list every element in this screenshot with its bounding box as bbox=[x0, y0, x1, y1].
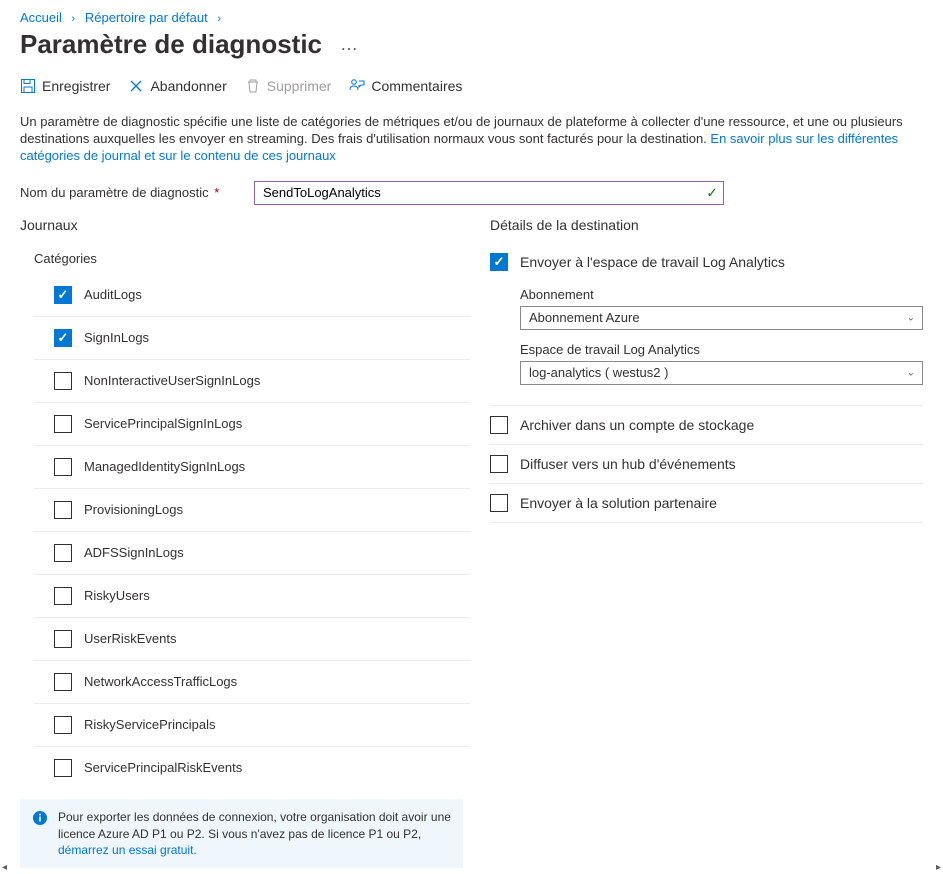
log-checkbox[interactable] bbox=[54, 415, 72, 433]
more-button[interactable]: … bbox=[340, 34, 358, 55]
log-item[interactable]: RiskyServicePrincipals bbox=[34, 703, 470, 746]
setting-name-input[interactable] bbox=[254, 181, 724, 205]
log-item[interactable]: ManagedIdentitySignInLogs bbox=[34, 445, 470, 488]
log-checkbox[interactable] bbox=[54, 501, 72, 519]
delete-label: Supprimer bbox=[267, 78, 332, 94]
name-label-text: Nom du paramètre de diagnostic bbox=[20, 185, 209, 200]
discard-icon bbox=[128, 78, 144, 94]
log-checkbox[interactable] bbox=[54, 286, 72, 304]
breadcrumb-home[interactable]: Accueil bbox=[20, 10, 62, 25]
categories-heading: Catégories bbox=[34, 251, 470, 266]
validation-check-icon: ✓ bbox=[706, 184, 718, 201]
info-bar: Pour exporter les données de connexion, … bbox=[20, 799, 463, 868]
dest-partner[interactable]: Envoyer à la solution partenaire bbox=[490, 484, 923, 523]
workspace-value: log-analytics ( westus2 ) bbox=[529, 365, 668, 380]
log-item[interactable]: ProvisioningLogs bbox=[34, 488, 470, 531]
dest-eventhub-checkbox[interactable] bbox=[490, 455, 508, 473]
log-item[interactable]: RiskyUsers bbox=[34, 574, 470, 617]
log-label: RiskyServicePrincipals bbox=[84, 717, 215, 732]
subscription-select[interactable]: Abonnement Azure ⌄ bbox=[520, 306, 923, 330]
destination-heading: Détails de la destination bbox=[490, 217, 923, 233]
toolbar: Enregistrer Abandonner Supprimer Comment… bbox=[0, 70, 943, 102]
log-checkbox[interactable] bbox=[54, 759, 72, 777]
save-icon bbox=[20, 78, 36, 94]
log-item[interactable]: NonInteractiveUserSignInLogs bbox=[34, 359, 470, 402]
save-label: Enregistrer bbox=[42, 78, 110, 94]
log-checkbox[interactable] bbox=[54, 716, 72, 734]
breadcrumb-directory[interactable]: Répertoire par défaut bbox=[85, 10, 208, 25]
page-title: Paramètre de diagnostic bbox=[20, 29, 322, 60]
log-label: RiskyUsers bbox=[84, 588, 150, 603]
chevron-right-icon: › bbox=[217, 13, 221, 25]
dest-log-analytics-checkbox[interactable] bbox=[490, 253, 508, 271]
log-checkbox[interactable] bbox=[54, 372, 72, 390]
log-checkbox[interactable] bbox=[54, 587, 72, 605]
log-label: ManagedIdentitySignInLogs bbox=[84, 459, 245, 474]
name-row: Nom du paramètre de diagnostic * ✓ bbox=[0, 169, 943, 217]
log-item[interactable]: UserRiskEvents bbox=[34, 617, 470, 660]
dest-storage-label: Archiver dans un compte de stockage bbox=[520, 417, 754, 433]
log-categories-list[interactable]: AuditLogs SignInLogs NonInteractiveUserSig… bbox=[20, 274, 470, 807]
dest-eventhub[interactable]: Diffuser vers un hub d'événements bbox=[490, 445, 923, 484]
workspace-select[interactable]: log-analytics ( westus2 ) ⌄ bbox=[520, 361, 923, 385]
log-label: NonInteractiveUserSignInLogs bbox=[84, 373, 260, 388]
discard-button[interactable]: Abandonner bbox=[128, 78, 226, 94]
scroll-left-icon: ◂ bbox=[2, 862, 7, 874]
dest-log-analytics[interactable]: Envoyer à l'espace de travail Log Analyt… bbox=[490, 243, 923, 281]
log-item[interactable]: NetworkAccessTrafficLogs bbox=[34, 660, 470, 703]
chevron-right-icon: › bbox=[72, 13, 76, 25]
log-item[interactable]: ADFSSignInLogs bbox=[34, 531, 470, 574]
log-label: NetworkAccessTrafficLogs bbox=[84, 674, 237, 689]
log-label: AuditLogs bbox=[84, 287, 142, 302]
log-label: ADFSSignInLogs bbox=[84, 545, 184, 560]
description: Un paramètre de diagnostic spécifie une … bbox=[0, 102, 940, 169]
log-item[interactable]: AuditLogs bbox=[34, 274, 470, 316]
log-checkbox[interactable] bbox=[54, 544, 72, 562]
log-item[interactable]: SignInLogs bbox=[34, 316, 470, 359]
info-text-wrap: Pour exporter les données de connexion, … bbox=[58, 809, 451, 858]
log-label: ProvisioningLogs bbox=[84, 502, 183, 517]
name-label: Nom du paramètre de diagnostic * bbox=[20, 185, 240, 200]
dest-partner-checkbox[interactable] bbox=[490, 494, 508, 512]
info-icon bbox=[32, 810, 48, 826]
dest-partner-label: Envoyer à la solution partenaire bbox=[520, 495, 717, 511]
dest-log-analytics-details: Abonnement Abonnement Azure ⌄ Espace de … bbox=[490, 281, 923, 406]
log-checkbox[interactable] bbox=[54, 458, 72, 476]
scroll-right-icon: ▸ bbox=[936, 862, 941, 874]
feedback-button[interactable]: Commentaires bbox=[349, 78, 462, 94]
breadcrumb: Accueil › Répertoire par défaut › bbox=[0, 0, 943, 25]
dest-log-analytics-label: Envoyer à l'espace de travail Log Analyt… bbox=[520, 254, 785, 270]
dest-storage-checkbox[interactable] bbox=[490, 416, 508, 434]
subscription-value: Abonnement Azure bbox=[529, 310, 640, 325]
discard-label: Abandonner bbox=[150, 78, 226, 94]
log-checkbox[interactable] bbox=[54, 673, 72, 691]
log-checkbox[interactable] bbox=[54, 329, 72, 347]
delete-icon bbox=[245, 78, 261, 94]
page-title-row: Paramètre de diagnostic … bbox=[0, 25, 943, 70]
subscription-label: Abonnement bbox=[520, 287, 923, 302]
start-trial-link[interactable]: démarrez un essai gratuit. bbox=[58, 843, 197, 857]
feedback-label: Commentaires bbox=[371, 78, 462, 94]
log-label: ServicePrincipalSignInLogs bbox=[84, 416, 242, 431]
log-label: ServicePrincipalRiskEvents bbox=[84, 760, 242, 775]
feedback-icon bbox=[349, 78, 365, 94]
logs-heading: Journaux bbox=[20, 217, 470, 233]
log-label: SignInLogs bbox=[84, 330, 149, 345]
log-item[interactable]: ServicePrincipalRiskEvents bbox=[34, 746, 470, 789]
dest-eventhub-label: Diffuser vers un hub d'événements bbox=[520, 456, 736, 472]
log-label: UserRiskEvents bbox=[84, 631, 176, 646]
workspace-label: Espace de travail Log Analytics bbox=[520, 342, 923, 357]
log-item[interactable]: ServicePrincipalSignInLogs bbox=[34, 402, 470, 445]
save-button[interactable]: Enregistrer bbox=[20, 78, 110, 94]
dest-storage[interactable]: Archiver dans un compte de stockage bbox=[490, 406, 923, 445]
info-text: Pour exporter les données de connexion, … bbox=[58, 810, 451, 840]
log-checkbox[interactable] bbox=[54, 630, 72, 648]
delete-button: Supprimer bbox=[245, 78, 332, 94]
required-asterisk: * bbox=[214, 185, 219, 200]
